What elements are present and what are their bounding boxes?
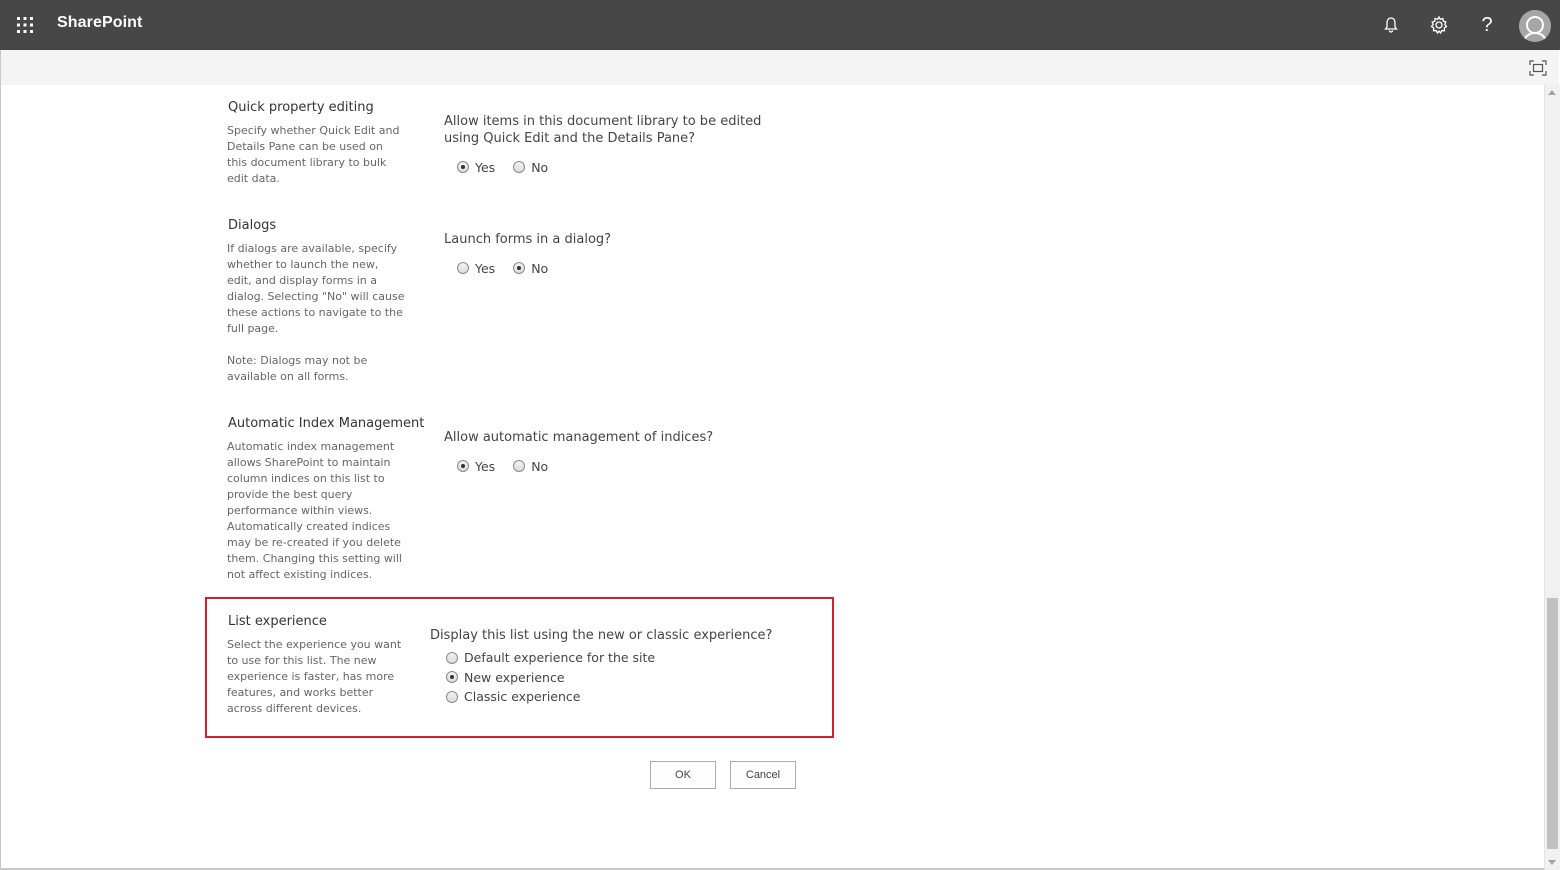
bell-icon[interactable] <box>1379 13 1403 37</box>
radio-button[interactable] <box>513 161 526 173</box>
radio-button[interactable] <box>446 690 458 703</box>
radio-index-no[interactable]: No <box>513 459 548 474</box>
radio-group-quick-edit: Yes No <box>457 158 566 176</box>
radio-quick-edit-yes[interactable]: Yes <box>457 160 495 175</box>
app-launcher-waffle-icon[interactable] <box>15 15 35 35</box>
gear-icon[interactable] <box>1427 13 1451 37</box>
suite-bar: SharePoint ? <box>0 0 1560 50</box>
radio-label: No <box>531 458 549 474</box>
radio-label: No <box>531 260 549 276</box>
section-note-dialogs: Note: Dialogs may not be available on al… <box>227 354 368 383</box>
radio-dialogs-yes[interactable]: Yes <box>457 261 495 276</box>
help-icon[interactable]: ? <box>1475 13 1499 37</box>
question-list-experience: Display this list using the new or class… <box>430 628 773 643</box>
radio-button[interactable] <box>446 651 458 664</box>
radio-quick-edit-no[interactable]: No <box>513 160 548 175</box>
section-title-index: Automatic Index Management <box>228 416 425 431</box>
scroll-thumb[interactable] <box>1547 598 1558 849</box>
radio-button[interactable] <box>457 161 469 173</box>
section-title-list-experience: List experience <box>228 614 327 629</box>
brand-name[interactable]: SharePoint <box>57 14 142 32</box>
radio-group-dialogs: Yes No <box>457 259 566 277</box>
radio-label: Yes <box>475 159 496 175</box>
question-index: Allow automatic management of indices? <box>444 430 714 445</box>
section-title-quick-edit: Quick property editing <box>228 100 374 115</box>
page-frame-left <box>0 50 1 870</box>
scroll-down-arrow-icon[interactable] <box>1548 860 1556 865</box>
radio-button[interactable] <box>446 671 458 684</box>
radio-default-experience[interactable]: Default experience for the site <box>446 648 655 668</box>
radio-button[interactable] <box>457 262 469 274</box>
radio-label: Classic experience <box>464 689 581 705</box>
radio-group-list-experience: Default experience for the site New expe… <box>446 648 655 707</box>
radio-label: Yes <box>475 260 496 276</box>
question-quick-edit: Allow items in this document library to … <box>444 114 762 146</box>
vertical-scrollbar[interactable] <box>1544 85 1560 870</box>
focus-mode-icon[interactable] <box>1529 60 1547 76</box>
radio-label: Default experience for the site <box>464 650 656 666</box>
scroll-up-arrow-icon[interactable] <box>1548 90 1556 95</box>
radio-new-experience[interactable]: New experience <box>446 668 655 688</box>
radio-dialogs-no[interactable]: No <box>513 261 548 276</box>
radio-label: No <box>531 159 549 175</box>
ok-button[interactable]: OK <box>650 761 716 789</box>
section-description-dialogs: If dialogs are available, specify whethe… <box>227 242 405 335</box>
section-description-index: Automatic index management allows ShareP… <box>227 440 402 581</box>
radio-button[interactable] <box>513 262 526 274</box>
section-description-list-experience: Select the experience you want to use fo… <box>227 638 402 715</box>
radio-button[interactable] <box>513 460 526 472</box>
section-description-quick-edit: Specify whether Quick Edit and Details P… <box>227 124 400 185</box>
radio-index-yes[interactable]: Yes <box>457 459 495 474</box>
radio-label: Yes <box>475 458 496 474</box>
question-dialogs: Launch forms in a dialog? <box>444 232 612 247</box>
radio-classic-experience[interactable]: Classic experience <box>446 687 655 707</box>
command-bar <box>1 50 1559 85</box>
avatar[interactable] <box>1519 10 1551 42</box>
radio-group-index: Yes No <box>457 457 566 475</box>
section-title-dialogs: Dialogs <box>228 218 277 233</box>
radio-label: New experience <box>464 669 565 685</box>
cancel-button[interactable]: Cancel <box>730 761 796 789</box>
radio-button[interactable] <box>457 460 469 472</box>
